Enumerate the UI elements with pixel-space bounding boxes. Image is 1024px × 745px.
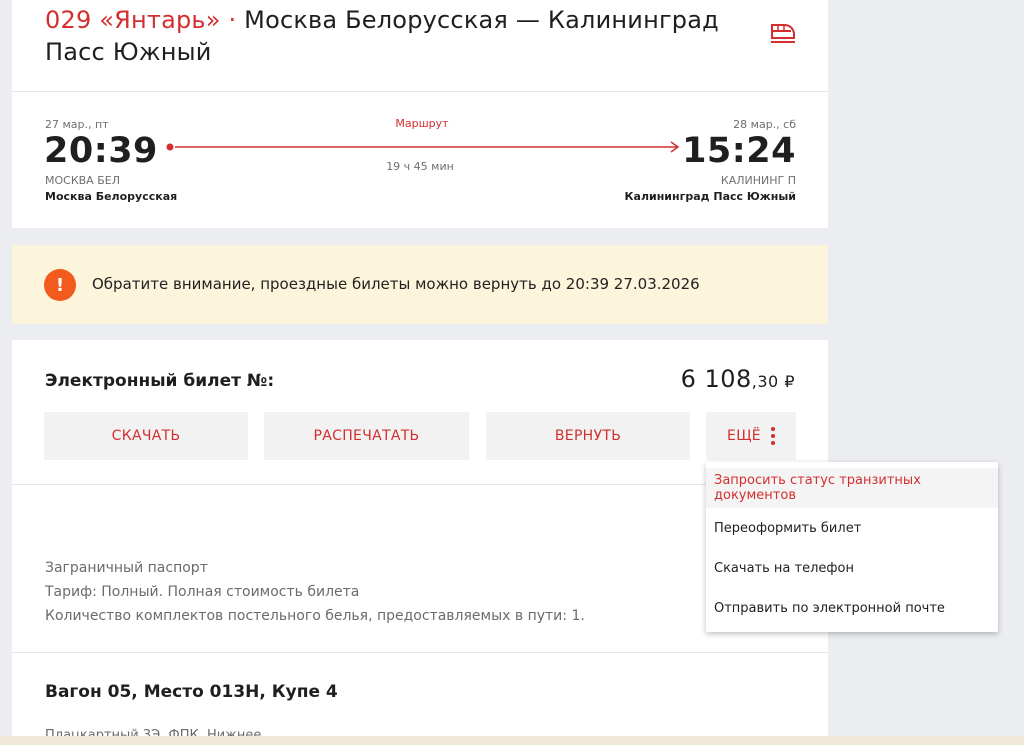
header-divider xyxy=(12,91,828,92)
train-icon xyxy=(771,24,795,43)
arrival-date: 28 мар., сб xyxy=(733,118,796,131)
departure-station: Москва Белорусская xyxy=(45,190,178,203)
more-button[interactable]: ЕЩЁ xyxy=(706,412,796,460)
menu-item-transit-status[interactable]: Запросить статус транзитных документов xyxy=(706,468,998,508)
menu-item-download-phone[interactable]: Скачать на телефон xyxy=(706,548,998,588)
train-title: 029 «Янтарь» · Москва Белорусская — Кали… xyxy=(45,4,745,68)
menu-item-send-email[interactable]: Отправить по электронной почте xyxy=(706,588,998,628)
download-button[interactable]: СКАЧАТЬ xyxy=(44,412,248,460)
refund-button[interactable]: ВЕРНУТЬ xyxy=(486,412,690,460)
title-separator: · xyxy=(228,6,237,34)
tariff-info: Тариф: Полный. Полная стоимость билета xyxy=(45,584,360,600)
train-header-card: 029 «Янтарь» · Москва Белорусская — Кали… xyxy=(12,0,828,228)
arrival-code: КАЛИНИНГ П xyxy=(720,174,796,187)
arrival-station: Калининград Пасс Южный xyxy=(624,190,796,203)
route-duration: 19 ч 45 мин xyxy=(386,160,454,173)
departure-date: 27 мар., пт xyxy=(45,118,109,131)
warning-icon: ! xyxy=(44,269,76,301)
wagon-seat-info: Вагон 05, Место 013Н, Купе 4 xyxy=(45,682,338,702)
departure-time: 20:39 xyxy=(44,131,158,171)
bottom-strip xyxy=(0,736,1024,745)
wagon-divider xyxy=(12,652,828,653)
route-label: Маршрут xyxy=(395,117,449,130)
departure-code: МОСКВА БЕЛ xyxy=(45,174,120,187)
notice-text: Обратите внимание, проездные билеты можн… xyxy=(92,275,700,293)
train-number: 029 «Янтарь» xyxy=(45,6,221,34)
document-type: Заграничный паспорт xyxy=(45,560,208,576)
print-button[interactable]: РАСПЕЧАТАТЬ xyxy=(264,412,469,460)
route-arrow xyxy=(166,141,680,153)
menu-item-reissue[interactable]: Переоформить билет xyxy=(706,508,998,548)
refund-notice: ! Обратите внимание, проездные билеты мо… xyxy=(12,245,828,324)
more-dropdown-menu: Запросить статус транзитных документов П… xyxy=(706,462,998,632)
ticket-price: 6 108,30 ₽ xyxy=(681,365,795,393)
ticket-label: Электронный билет №: xyxy=(45,371,275,391)
arrival-time: 15:24 xyxy=(682,131,796,171)
more-label: ЕЩЁ xyxy=(727,428,761,444)
linen-info: Количество комплектов постельного белья,… xyxy=(45,608,585,624)
more-vert-icon xyxy=(770,427,775,445)
price-main: 6 108 xyxy=(680,365,752,393)
price-cents: ,30 ₽ xyxy=(751,372,795,391)
